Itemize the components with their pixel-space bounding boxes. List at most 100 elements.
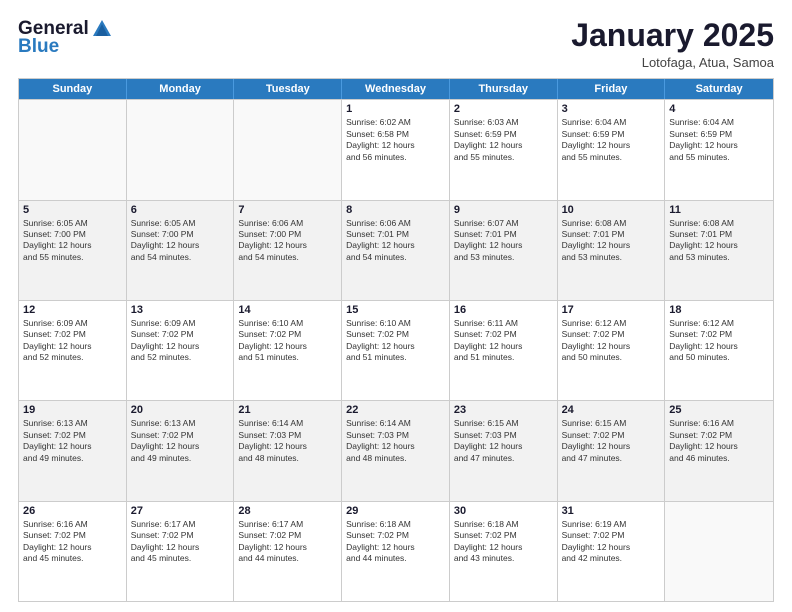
cell-info: Sunrise: 6:06 AM Sunset: 7:01 PM Dayligh… (346, 218, 445, 264)
cal-cell: 25Sunrise: 6:16 AM Sunset: 7:02 PM Dayli… (665, 401, 773, 500)
cal-cell: 10 Sunrise: 6:08 AM Sunset: 7:01 PM Dayli… (558, 201, 666, 300)
cal-cell: 17 Sunrise: 6:12 AM Sunset: 7:02 PM Dayli… (558, 301, 666, 400)
cal-cell: 20 Sunrise: 6:13 AM Sunset: 7:02 PM Dayli… (127, 401, 235, 500)
day-number: 4 (669, 103, 769, 115)
cal-cell (19, 100, 127, 199)
cell-info: Sunrise: 6:17 AM Sunset: 7:02 PM Dayligh… (238, 519, 337, 565)
cal-cell: 4 Sunrise: 6:04 AM Sunset: 6:59 PM Daylig… (665, 100, 773, 199)
cal-cell: 6 Sunrise: 6:05 AM Sunset: 7:00 PM Daylig… (127, 201, 235, 300)
cell-info: Sunrise: 6:14 AM Sunset: 7:03 PM Dayligh… (238, 418, 337, 464)
day-number: 14 (238, 304, 337, 316)
day-number: 12 (23, 304, 122, 316)
cell-info: Sunrise: 6:18 AM Sunset: 7:02 PM Dayligh… (454, 519, 553, 565)
week-row-2: 12 Sunrise: 6:09 AM Sunset: 7:02 PM Dayli… (19, 300, 773, 400)
page: General Blue January 2025 Lotofaga, Atua… (0, 0, 792, 612)
day-number: 23 (454, 404, 553, 416)
day-number: 24 (562, 404, 661, 416)
header-day-sunday: Sunday (19, 79, 127, 99)
cal-cell: 31 Sunrise: 6:19 AM Sunset: 7:02 PM Dayli… (558, 502, 666, 601)
cell-info: Sunrise: 6:05 AM Sunset: 7:00 PM Dayligh… (131, 218, 230, 264)
day-number: 7 (238, 204, 337, 216)
cal-cell: 16Sunrise: 6:11 AM Sunset: 7:02 PM Dayli… (450, 301, 558, 400)
cell-info: Sunrise: 6:14 AM Sunset: 7:03 PM Dayligh… (346, 418, 445, 464)
cal-cell: 27 Sunrise: 6:17 AM Sunset: 7:02 PM Dayli… (127, 502, 235, 601)
cell-info: Sunrise: 6:12 AM Sunset: 7:02 PM Dayligh… (562, 318, 661, 364)
cell-info: Sunrise: 6:13 AM Sunset: 7:02 PM Dayligh… (23, 418, 122, 464)
cal-cell: 2 Sunrise: 6:03 AM Sunset: 6:59 PM Daylig… (450, 100, 558, 199)
cal-cell: 7 Sunrise: 6:06 AM Sunset: 7:00 PM Daylig… (234, 201, 342, 300)
cell-info: Sunrise: 6:07 AM Sunset: 7:01 PM Dayligh… (454, 218, 553, 264)
cal-cell: 29 Sunrise: 6:18 AM Sunset: 7:02 PM Dayli… (342, 502, 450, 601)
cell-info: Sunrise: 6:06 AM Sunset: 7:00 PM Dayligh… (238, 218, 337, 264)
cal-cell: 28 Sunrise: 6:17 AM Sunset: 7:02 PM Dayli… (234, 502, 342, 601)
day-number: 15 (346, 304, 445, 316)
cal-cell: 5 Sunrise: 6:05 AM Sunset: 7:00 PM Daylig… (19, 201, 127, 300)
cell-info: Sunrise: 6:13 AM Sunset: 7:02 PM Dayligh… (131, 418, 230, 464)
day-number: 21 (238, 404, 337, 416)
cal-cell (665, 502, 773, 601)
cell-info: Sunrise: 6:10 AM Sunset: 7:02 PM Dayligh… (346, 318, 445, 364)
calendar-header: SundayMondayTuesdayWednesdayThursdayFrid… (19, 79, 773, 99)
cell-info: Sunrise: 6:04 AM Sunset: 6:59 PM Dayligh… (669, 117, 769, 163)
cal-cell (127, 100, 235, 199)
cell-info: Sunrise: 6:15 AM Sunset: 7:03 PM Dayligh… (454, 418, 553, 464)
cal-cell: 19Sunrise: 6:13 AM Sunset: 7:02 PM Dayli… (19, 401, 127, 500)
header-day-wednesday: Wednesday (342, 79, 450, 99)
day-number: 9 (454, 204, 553, 216)
day-number: 1 (346, 103, 445, 115)
cal-cell: 26 Sunrise: 6:16 AM Sunset: 7:02 PM Dayli… (19, 502, 127, 601)
day-number: 27 (131, 505, 230, 517)
cal-cell: 12 Sunrise: 6:09 AM Sunset: 7:02 PM Dayli… (19, 301, 127, 400)
cal-cell: 9 Sunrise: 6:07 AM Sunset: 7:01 PM Daylig… (450, 201, 558, 300)
day-number: 2 (454, 103, 553, 115)
cell-info: Sunrise: 6:18 AM Sunset: 7:02 PM Dayligh… (346, 519, 445, 565)
cal-cell: 8Sunrise: 6:06 AM Sunset: 7:01 PM Daylig… (342, 201, 450, 300)
day-number: 13 (131, 304, 230, 316)
day-number: 29 (346, 505, 445, 517)
day-number: 5 (23, 204, 122, 216)
cell-info: Sunrise: 6:09 AM Sunset: 7:02 PM Dayligh… (131, 318, 230, 364)
header: General Blue January 2025 Lotofaga, Atua… (18, 18, 774, 70)
cell-info: Sunrise: 6:17 AM Sunset: 7:02 PM Dayligh… (131, 519, 230, 565)
cell-info: Sunrise: 6:05 AM Sunset: 7:00 PM Dayligh… (23, 218, 122, 264)
day-number: 11 (669, 204, 769, 216)
cal-cell: 15 Sunrise: 6:10 AM Sunset: 7:02 PM Dayli… (342, 301, 450, 400)
cell-info: Sunrise: 6:19 AM Sunset: 7:02 PM Dayligh… (562, 519, 661, 565)
cal-cell: 1Sunrise: 6:02 AM Sunset: 6:58 PM Daylig… (342, 100, 450, 199)
week-row-0: 1Sunrise: 6:02 AM Sunset: 6:58 PM Daylig… (19, 99, 773, 199)
logo: General Blue (18, 18, 113, 58)
day-number: 26 (23, 505, 122, 517)
cal-cell (234, 100, 342, 199)
location: Lotofaga, Atua, Samoa (571, 55, 774, 70)
week-row-4: 26 Sunrise: 6:16 AM Sunset: 7:02 PM Dayli… (19, 501, 773, 601)
day-number: 28 (238, 505, 337, 517)
day-number: 30 (454, 505, 553, 517)
header-day-monday: Monday (127, 79, 235, 99)
day-number: 10 (562, 204, 661, 216)
cell-info: Sunrise: 6:09 AM Sunset: 7:02 PM Dayligh… (23, 318, 122, 364)
cell-info: Sunrise: 6:16 AM Sunset: 7:02 PM Dayligh… (23, 519, 122, 565)
day-number: 6 (131, 204, 230, 216)
logo-blue: Blue (18, 37, 113, 58)
cell-info: Sunrise: 6:04 AM Sunset: 6:59 PM Dayligh… (562, 117, 661, 163)
title-block: January 2025 Lotofaga, Atua, Samoa (571, 18, 774, 70)
cell-info: Sunrise: 6:08 AM Sunset: 7:01 PM Dayligh… (562, 218, 661, 264)
cell-info: Sunrise: 6:08 AM Sunset: 7:01 PM Dayligh… (669, 218, 769, 264)
week-row-1: 5 Sunrise: 6:05 AM Sunset: 7:00 PM Daylig… (19, 200, 773, 300)
cal-cell: 14Sunrise: 6:10 AM Sunset: 7:02 PM Dayli… (234, 301, 342, 400)
day-number: 31 (562, 505, 661, 517)
cell-info: Sunrise: 6:12 AM Sunset: 7:02 PM Dayligh… (669, 318, 769, 364)
cell-info: Sunrise: 6:11 AM Sunset: 7:02 PM Dayligh… (454, 318, 553, 364)
day-number: 22 (346, 404, 445, 416)
calendar: SundayMondayTuesdayWednesdayThursdayFrid… (18, 78, 774, 602)
cal-cell: 22 Sunrise: 6:14 AM Sunset: 7:03 PM Dayli… (342, 401, 450, 500)
header-day-friday: Friday (558, 79, 666, 99)
cal-cell: 13 Sunrise: 6:09 AM Sunset: 7:02 PM Dayli… (127, 301, 235, 400)
header-day-thursday: Thursday (450, 79, 558, 99)
week-row-3: 19Sunrise: 6:13 AM Sunset: 7:02 PM Dayli… (19, 400, 773, 500)
cell-info: Sunrise: 6:03 AM Sunset: 6:59 PM Dayligh… (454, 117, 553, 163)
cal-cell: 24Sunrise: 6:15 AM Sunset: 7:02 PM Dayli… (558, 401, 666, 500)
day-number: 17 (562, 304, 661, 316)
day-number: 3 (562, 103, 661, 115)
day-number: 20 (131, 404, 230, 416)
